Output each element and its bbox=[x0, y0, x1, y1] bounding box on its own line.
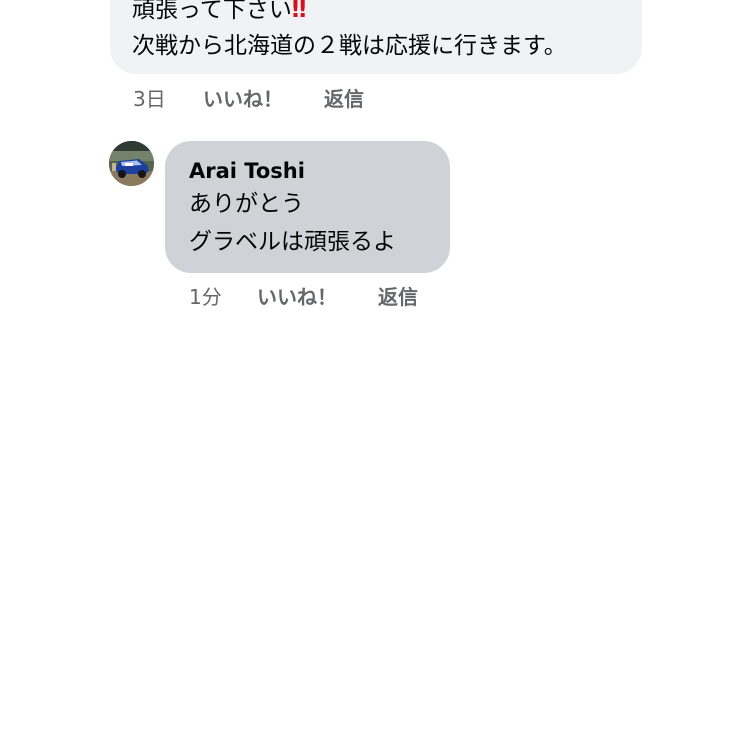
comment-timestamp: 3日 bbox=[133, 87, 166, 111]
comment-bubble[interactable]: 頑張って下さい‼ 次戦から北海道の２戦は応援に行きます。 bbox=[110, 0, 642, 74]
comment-actions: 1分 いいね！ 返信 bbox=[189, 284, 489, 310]
comment-bubble[interactable]: Arai Toshi ありがとう グラベルは頑張るよ bbox=[165, 141, 450, 273]
like-button[interactable]: いいね！ bbox=[257, 284, 337, 310]
reply-button[interactable]: 返信 bbox=[378, 284, 418, 310]
comment-text-line: 次戦から北海道の２戦は応援に行きます。 bbox=[132, 33, 567, 59]
comment-actions: 3日 いいね！ 返信 bbox=[133, 86, 433, 112]
comment-text-line: ありがとう bbox=[189, 191, 304, 217]
comment-text-line: 頑張って下さい‼ bbox=[132, 0, 307, 25]
avatar[interactable] bbox=[109, 141, 154, 186]
comment-author[interactable]: Arai Toshi bbox=[189, 157, 305, 185]
comment-timestamp: 1分 bbox=[189, 285, 222, 309]
reply-button[interactable]: 返信 bbox=[324, 86, 364, 112]
double-exclamation-icon: ‼ bbox=[291, 0, 307, 23]
rally-car-photo-icon bbox=[109, 141, 154, 186]
comment-text: 頑張って下さい bbox=[132, 0, 292, 23]
comment-thread: 頑張って下さい‼ 次戦から北海道の２戦は応援に行きます。 3日 いいね！ 返信 … bbox=[0, 0, 740, 740]
comment-text-line: グラベルは頑張るよ bbox=[189, 229, 396, 255]
like-button[interactable]: いいね！ bbox=[203, 86, 283, 112]
